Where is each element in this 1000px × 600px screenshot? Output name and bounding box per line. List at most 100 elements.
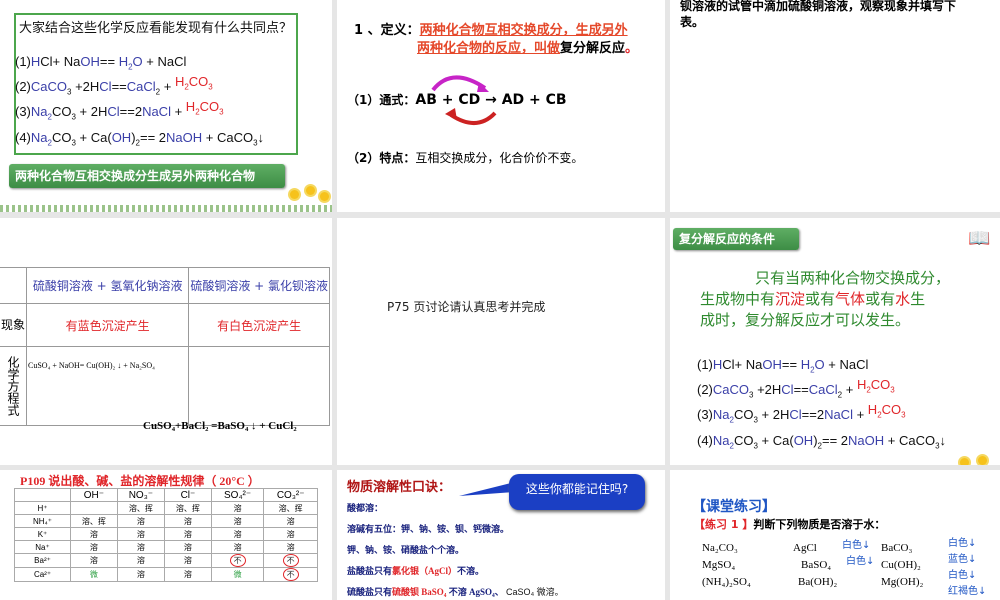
speech-bubble-tail xyxy=(459,482,515,496)
exercise-1: 【练习 1 】判断下列物质是否溶于水： xyxy=(694,518,886,531)
cell-text: 溶 xyxy=(183,570,192,579)
cell-text: 溶 xyxy=(89,542,98,552)
mnemonic-title: 物质溶解性口诀： xyxy=(347,479,452,494)
general-formula: （1）通式：AB + CD → AD + CB xyxy=(347,92,567,108)
cell-text: 溶 xyxy=(183,516,192,526)
table-cell: Na⁺ xyxy=(14,540,71,554)
slide-thumbnail-8[interactable]: 物质溶解性口诀： 这些你都能记住吗? 酸都溶： 溶碱有五位：钾、钠、铵、钡、钙微… xyxy=(337,470,665,600)
compounds-col-1: Na₂CO₃ MgSO₄ (NH₄)₂SO₄ xyxy=(702,542,751,588)
slide-thumbnail-1[interactable]: 大家结合这些化学反应看能发现有什么共同点？ (1)HCl+ NaOH== H2O… xyxy=(0,0,332,212)
sunflower-decoration xyxy=(978,456,987,465)
table-cell: 溶 xyxy=(164,567,212,582)
table-cell: Ca²⁺ xyxy=(14,567,71,582)
equation-bacl2: CuSO₄+BaCl₂ =BaSO₄ ↓ + CuCl₂ xyxy=(143,420,297,432)
cell-text: 溶、挥 xyxy=(128,503,153,513)
conditions-banner: 复分解反应的条件 xyxy=(673,228,799,250)
slide-thumbnail-6[interactable]: 复分解反应的条件 📖 只有当两种化合物交换成分， 生成物中有沉淀或有气体或有水生… xyxy=(670,218,1000,465)
table-row: NH₄⁺ 溶、挥 溶 溶 溶 溶 xyxy=(14,514,318,528)
table-cell: 溶 xyxy=(116,553,166,568)
table-cell: 溶 xyxy=(116,540,166,554)
equation-4: (4)Na2CO3 + Ca(OH)2== 2NaOH + CaCO3↓ xyxy=(697,433,947,451)
cell-text: OH⁻ xyxy=(83,489,104,501)
table-cell xyxy=(14,488,71,502)
sunflower-decoration xyxy=(960,458,969,465)
table-cell: CO₃²⁻ xyxy=(263,488,318,502)
table-cell: OH⁻ xyxy=(70,488,118,502)
table-cell xyxy=(70,501,118,515)
table-cell: 溶 xyxy=(210,501,265,515)
slide-thumbnail-3[interactable]: 钡溶液的试管中滴加硫酸铜溶液，观察现象并填写下 表。 xyxy=(670,0,1000,212)
discussion-text: P75 页讨论请认真思考并完成 xyxy=(387,300,546,314)
cell-text: 不 xyxy=(229,554,246,567)
table-row: Ca²⁺ 微 溶 溶 微 不 xyxy=(14,567,318,582)
table-cell: 溶 xyxy=(116,514,166,528)
cell-text: 不 xyxy=(282,554,299,567)
table-cell: 溶 xyxy=(116,567,166,582)
table-cell: 溶 xyxy=(70,553,118,568)
cell-text: 溶 xyxy=(286,542,295,552)
table-cell: 溶 xyxy=(70,527,118,541)
table-cell: 溶 xyxy=(70,540,118,554)
cell-text: 溶 xyxy=(136,529,145,539)
instruction-text: 钡溶液的试管中滴加硫酸铜溶液，观察现象并填写下 表。 xyxy=(680,0,957,29)
table-cell: 溶、挥 xyxy=(263,501,318,515)
equation-1: (1)HCl+ NaOH== H2O + NaCl xyxy=(697,357,869,375)
cell-text: 溶 xyxy=(136,516,145,526)
notes-col-2: 白色↓ 白色↓ xyxy=(842,540,875,567)
table-cell: 溶 xyxy=(210,527,265,541)
cell-text: Na⁺ xyxy=(35,542,50,552)
solubility-title: P109 说出酸、碱、盐的溶解性规律（ 20°C ） xyxy=(20,474,260,488)
sunflower-decoration xyxy=(306,186,315,195)
table-cell: 微 xyxy=(70,567,118,582)
equation-2: (2)CaCO3 +2HCl==CaCl2 + H2CO3 xyxy=(15,74,213,97)
table-cell: 溶 xyxy=(164,527,212,541)
equation-3: (3)Na2CO3 + 2HCl==2NaCl + H2CO3 xyxy=(697,402,906,425)
table-cell: Ba²⁺ xyxy=(14,553,71,568)
cell-text: 溶 xyxy=(233,516,242,526)
slide-thumbnail-2[interactable]: 1 、定义：两种化合物互相交换成分，生成另外 两种化合物的反应，叫做复分解反应。… xyxy=(337,0,665,212)
cell-text: NH₄⁺ xyxy=(32,516,53,526)
cell-text: 溶、挥 xyxy=(175,503,200,513)
cell-text: 溶 xyxy=(89,556,98,565)
table-header-row: OH⁻ NO₃⁻ Cl⁻ SO₄²⁻ CO₃²⁻ xyxy=(14,488,318,502)
cell-text: K⁺ xyxy=(37,529,48,539)
cell-text: 溶 xyxy=(286,516,295,526)
table-row: H⁺ 溶、挥 溶、挥 溶 溶、挥 xyxy=(14,501,318,515)
cell-text: H⁺ xyxy=(37,503,48,513)
cell-text: 溶 xyxy=(136,570,145,579)
cell-text: 溶 xyxy=(183,542,192,552)
table-cell: 溶 xyxy=(263,527,318,541)
cell-text: 溶 xyxy=(136,556,145,565)
slide-thumbnail-4[interactable]: 硫酸铜溶液 + 氢氧化钠溶液 硫酸铜溶液 + 氯化钡溶液 现象 有蓝色沉淀产生 有白色… xyxy=(0,218,332,465)
question-text: 大家结合这些化学反应看能发现有什么共同点？ xyxy=(19,21,293,36)
cell-text: 溶 xyxy=(136,542,145,552)
conditions-text: 只有当两种化合物交换成分， 生成物中有沉淀或有气体或有水生 成时，复分解反应才可… xyxy=(700,269,951,329)
slide-thumbnail-5[interactable]: P75 页讨论请认真思考并完成 xyxy=(337,218,665,465)
table-row: Ba²⁺ 溶 溶 溶 不 不 xyxy=(14,553,318,568)
table-cell: Cl⁻ xyxy=(164,488,212,502)
compounds-col-2: AgCl BaSO₄ Ba(OH)₂ xyxy=(793,542,838,588)
cell-text: 微 xyxy=(233,570,242,579)
table-row: Na⁺ 溶 溶 溶 溶 溶 xyxy=(14,540,318,554)
cell-text: 微 xyxy=(89,570,98,579)
table-cell: 溶 xyxy=(263,514,318,528)
table-cell: SO₄²⁻ xyxy=(210,488,265,502)
table-cell: 不 xyxy=(210,553,265,568)
notes-col-3: 白色↓ 蓝色↓ 白色↓ 红褐色↓ xyxy=(948,538,987,597)
sunflower-decoration xyxy=(320,192,329,201)
cell-text: 溶 xyxy=(233,503,242,513)
cell-text: 溶 xyxy=(89,529,98,539)
cell-text: CO₃²⁻ xyxy=(276,489,305,501)
equation-3: (3)Na2CO3 + 2HCl==2NaCl + H2CO3 xyxy=(15,99,224,122)
slide-thumbnail-9[interactable]: 【课堂练习】 【练习 1 】判断下列物质是否溶于水： Na₂CO₃ MgSO₄ (N… xyxy=(670,470,1000,600)
table-cell: 溶 xyxy=(210,540,265,554)
cell-text: 溶、挥 xyxy=(278,503,303,513)
table-cell: 溶、挥 xyxy=(116,501,166,515)
cell-text: 溶 xyxy=(183,529,192,539)
feature: （2）特点：互相交换成分，化合价价不变。 xyxy=(347,151,584,165)
equation-2: (2)CaCO3 +2HCl==CaCl2 + H2CO3 xyxy=(697,377,895,400)
table-row: K⁺ 溶 溶 溶 溶 溶 xyxy=(14,527,318,541)
table-cell: 溶 xyxy=(210,514,265,528)
table-cell: NH₄⁺ xyxy=(14,514,71,528)
slide-thumbnail-7[interactable]: P109 说出酸、碱、盐的溶解性规律（ 20°C ） OH⁻ NO₃⁻ Cl⁻ SO₄… xyxy=(0,470,332,600)
